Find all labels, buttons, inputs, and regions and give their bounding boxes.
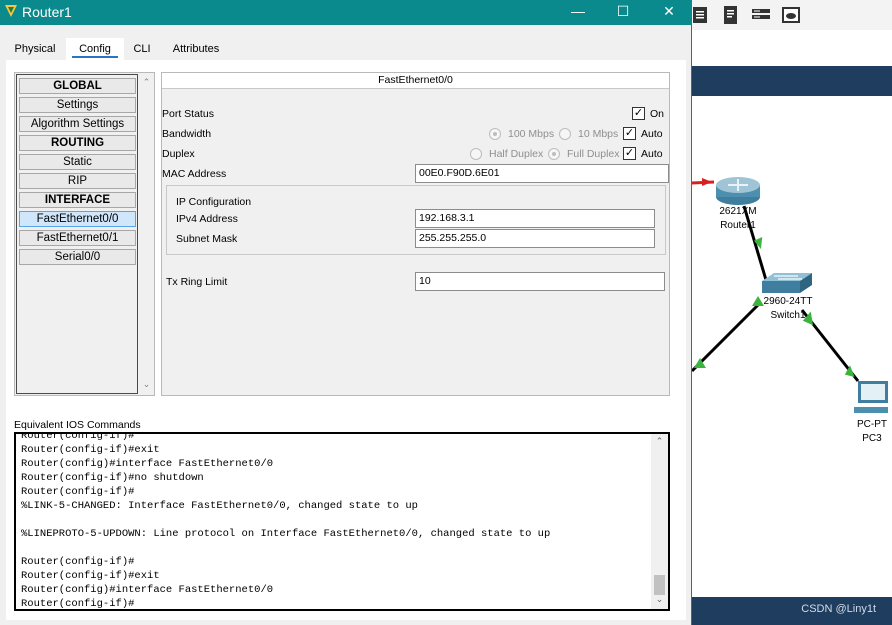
nav-item-settings[interactable]: Settings xyxy=(19,97,136,113)
pc-name-label: PC3 xyxy=(862,433,882,444)
link-down-indicator xyxy=(702,178,712,186)
ipv4-address-field[interactable]: 192.168.3.1 xyxy=(415,209,655,228)
tab-attributes[interactable]: Attributes xyxy=(162,38,230,60)
duplex-auto-checkbox[interactable]: ✓ xyxy=(623,147,636,160)
nav-item-serial0-0[interactable]: Serial0/0 xyxy=(19,249,136,265)
mac-address-label: MAC Address xyxy=(162,168,227,180)
cloud-image-icon[interactable] xyxy=(780,4,802,26)
pc-model-label: PC-PT xyxy=(857,419,887,430)
nav-header-interface: INTERFACE xyxy=(19,192,136,208)
close-icon: ✕ xyxy=(663,3,675,19)
port-status-on-label: On xyxy=(650,108,665,120)
checkmark-icon: ✓ xyxy=(624,127,635,139)
maximize-icon: ☐ xyxy=(616,3,630,19)
window-title: Router1 xyxy=(22,4,72,20)
switch-icon[interactable] xyxy=(760,271,814,295)
port-status-label: Port Status xyxy=(162,108,214,120)
ios-commands-text: Router(config-if)# Router(config-if)#exi… xyxy=(21,432,551,610)
minimize-button[interactable]: — xyxy=(555,0,601,25)
tab-cli[interactable]: CLI xyxy=(124,38,160,60)
router-model-label: 2621XM xyxy=(719,206,757,217)
notes-icon[interactable] xyxy=(720,4,742,26)
topology-canvas[interactable]: 2621XM Router1 2960-24TT Switch1 PC-PT P… xyxy=(692,96,892,596)
nav-item-algorithm-settings[interactable]: Algorithm Settings xyxy=(19,116,136,132)
scroll-up-icon[interactable]: ⌃ xyxy=(654,436,665,447)
pc-icon[interactable] xyxy=(852,381,892,417)
config-nav-list: GLOBAL Settings Algorithm Settings ROUTI… xyxy=(16,74,138,394)
scroll-down-icon[interactable]: ⌄ xyxy=(654,594,665,605)
workspace-toolbar xyxy=(692,0,892,30)
switch-model-label: 2960-24TT xyxy=(763,296,813,307)
subnet-mask-field[interactable]: 255.255.255.0 xyxy=(415,229,655,248)
ip-configuration-title: IP Configuration xyxy=(176,196,252,208)
half-duplex-radio[interactable] xyxy=(470,148,482,160)
packet-tracer-icon xyxy=(5,5,17,17)
bandwidth-100-label: 100 Mbps xyxy=(508,128,555,140)
router-icon[interactable] xyxy=(714,173,762,207)
tab-config[interactable]: Config xyxy=(66,38,124,60)
ios-commands-label: Equivalent IOS Commands xyxy=(14,419,141,431)
ios-scrollbar[interactable]: ⌃ ⌄ xyxy=(651,434,668,609)
scroll-down-icon[interactable]: ⌄ xyxy=(141,379,152,391)
bandwidth-10-radio[interactable] xyxy=(559,128,571,140)
minimize-icon: — xyxy=(571,3,585,19)
checkmark-icon: ✓ xyxy=(624,147,635,159)
screen: 2621XM Router1 2960-24TT Switch1 PC-PT P… xyxy=(0,0,892,625)
nav-item-rip[interactable]: RIP xyxy=(19,173,136,189)
bandwidth-10-label: 10 Mbps xyxy=(578,128,619,140)
config-nav: GLOBAL Settings Algorithm Settings ROUTI… xyxy=(14,72,155,396)
switch-name-label: Switch1 xyxy=(770,310,806,321)
port-status-checkbox[interactable]: ✓ xyxy=(632,107,645,120)
interface-header: FastEthernet0/0 xyxy=(162,73,669,89)
tab-physical[interactable]: Physical xyxy=(6,38,64,60)
router-name-label: Router1 xyxy=(720,220,756,231)
nav-header-global: GLOBAL xyxy=(19,78,136,94)
nav-header-routing: ROUTING xyxy=(19,135,136,151)
checkmark-icon: ✓ xyxy=(633,107,644,119)
nav-item-fastethernet0-1[interactable]: FastEthernet0/1 xyxy=(19,230,136,246)
full-duplex-label: Full Duplex xyxy=(567,148,620,160)
mac-address-field[interactable]: 00E0.F90D.6E01 xyxy=(415,164,669,183)
maximize-button[interactable]: ☐ xyxy=(600,0,646,25)
topology-links xyxy=(692,178,860,382)
workspace-background: 2621XM Router1 2960-24TT Switch1 PC-PT P… xyxy=(692,0,892,625)
tx-ring-limit-label: Tx Ring Limit xyxy=(166,276,228,288)
tx-ring-limit-field[interactable]: 10 xyxy=(415,272,665,291)
close-button[interactable]: ✕ xyxy=(646,0,692,25)
bandwidth-100-radio[interactable] xyxy=(489,128,501,140)
duplex-label: Duplex xyxy=(162,148,195,160)
half-duplex-label: Half Duplex xyxy=(489,148,544,160)
nav-item-static[interactable]: Static xyxy=(19,154,136,170)
document-list-icon[interactable] xyxy=(690,4,712,26)
ios-commands-console[interactable]: Router(config-if)# Router(config-if)#exi… xyxy=(14,432,670,611)
subnet-mask-label: Subnet Mask xyxy=(176,233,238,245)
duplex-auto-label: Auto xyxy=(641,148,663,160)
bandwidth-label: Bandwidth xyxy=(162,128,212,140)
status-bar: CSDN @Liny1t xyxy=(692,597,892,625)
full-duplex-radio[interactable] xyxy=(548,148,560,160)
watermark-text: CSDN @Liny1t xyxy=(801,603,876,615)
ipv4-address-label: IPv4 Address xyxy=(176,213,238,225)
bandwidth-auto-label: Auto xyxy=(641,128,663,140)
title-bar[interactable]: Router1 — ☐ ✕ xyxy=(0,0,692,25)
workspace-banner xyxy=(692,66,892,96)
router-config-window: Router1 — ☐ ✕ Physical Config CLI Attrib… xyxy=(0,0,692,625)
bandwidth-auto-checkbox[interactable]: ✓ xyxy=(623,127,636,140)
nav-scrollbar[interactable]: ⌃ ⌄ xyxy=(139,74,154,394)
scroll-up-icon[interactable]: ⌃ xyxy=(141,77,152,89)
nav-item-fastethernet0-0[interactable]: FastEthernet0/0 xyxy=(19,211,136,227)
scroll-thumb[interactable] xyxy=(654,575,665,595)
device-rack-icon[interactable] xyxy=(750,4,772,26)
